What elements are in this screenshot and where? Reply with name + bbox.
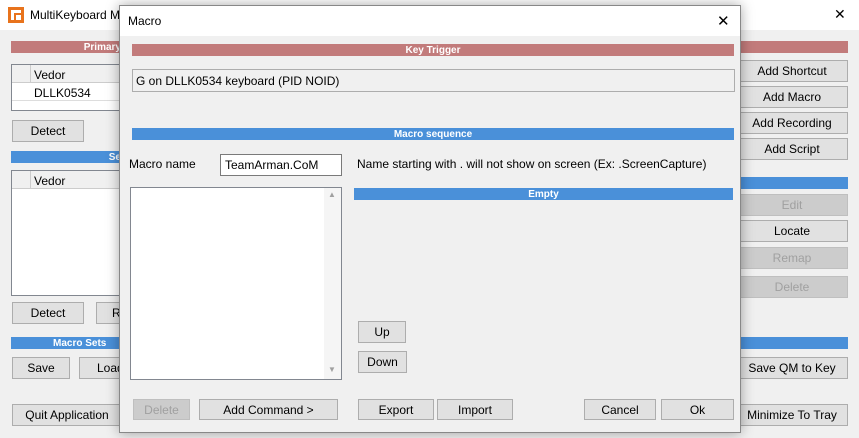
save-button[interactable]: Save (12, 357, 70, 379)
down-button[interactable]: Down (358, 351, 407, 373)
import-button[interactable]: Import (437, 399, 513, 420)
dialog-close-icon[interactable]: ✕ (717, 12, 730, 30)
quit-application-button[interactable]: Quit Application (12, 404, 122, 426)
table-row[interactable]: DLLK0534 (12, 83, 120, 101)
macro-name-label: Macro name (129, 157, 196, 171)
right-blue-strip (738, 177, 848, 189)
right-blue-strip-2 (738, 337, 848, 349)
add-script-button[interactable]: Add Script (736, 138, 848, 160)
key-trigger-value: G on DLLK0534 keyboard (PID NOID) (136, 74, 340, 88)
column-divider (30, 171, 31, 189)
scroll-down-icon[interactable]: ▼ (328, 365, 336, 374)
secondary-device-table: Vedor (11, 170, 121, 296)
table-header: Vedor (12, 171, 120, 189)
add-recording-button[interactable]: Add Recording (736, 112, 848, 134)
macro-dialog: Macro ✕ Key Trigger G on DLLK0534 keyboa… (119, 5, 741, 433)
ok-button[interactable]: Ok (661, 399, 734, 420)
export-button[interactable]: Export (358, 399, 434, 420)
remap-button[interactable]: Remap (736, 247, 848, 269)
add-macro-button[interactable]: Add Macro (736, 86, 848, 108)
dialog-title-bar: Macro ✕ (120, 6, 740, 36)
column-header-vendor: Vedor (34, 174, 66, 188)
app-icon (8, 7, 24, 23)
dialog-title: Macro (128, 14, 162, 28)
add-shortcut-button[interactable]: Add Shortcut (736, 60, 848, 82)
table-cell-vendor: DLLK0534 (34, 86, 91, 100)
delete-key-button[interactable]: Delete (736, 276, 848, 298)
app-title: MultiKeyboard M (30, 8, 121, 22)
detect-primary-button[interactable]: Detect (12, 120, 84, 142)
right-header-strip (738, 41, 848, 53)
column-divider (30, 65, 31, 83)
table-header: Vedor (12, 65, 120, 83)
macro-sequence-header: Macro sequence (132, 128, 734, 140)
macro-name-input[interactable] (220, 154, 342, 176)
add-command-button[interactable]: Add Command > (199, 399, 338, 420)
key-trigger-display: G on DLLK0534 keyboard (PID NOID) (132, 69, 735, 92)
command-list[interactable]: ▲ ▼ (130, 187, 342, 380)
scroll-up-icon[interactable]: ▲ (328, 190, 336, 199)
cancel-button[interactable]: Cancel (584, 399, 656, 420)
minimize-to-tray-button[interactable]: Minimize To Tray (736, 404, 848, 426)
secondary-header: Se (11, 151, 123, 163)
app-close-icon[interactable]: ✕ (834, 6, 846, 23)
primary-device-table: Vedor DLLK0534 (11, 64, 121, 111)
delete-command-button[interactable]: Delete (133, 399, 190, 420)
up-button[interactable]: Up (358, 321, 406, 343)
list-scrollbar[interactable]: ▲ ▼ (324, 188, 341, 379)
detect-secondary-button[interactable]: Detect (12, 302, 84, 324)
key-trigger-header: Key Trigger (132, 44, 734, 56)
macro-name-hint: Name starting with . will not show on sc… (357, 157, 707, 171)
save-qm-to-key-button[interactable]: Save QM to Key (736, 357, 848, 379)
locate-button[interactable]: Locate (736, 220, 848, 242)
empty-header: Empty (354, 188, 733, 200)
primary-header: Primary (11, 41, 123, 53)
column-header-vendor: Vedor (34, 68, 66, 82)
edit-button[interactable]: Edit (736, 194, 848, 216)
